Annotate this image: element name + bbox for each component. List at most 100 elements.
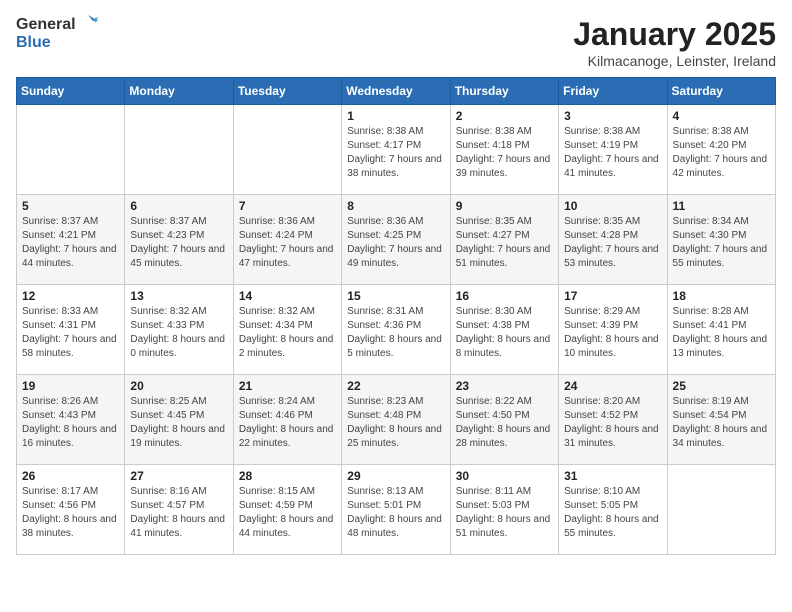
logo-general: General — [16, 16, 76, 34]
day-number: 17 — [564, 289, 661, 303]
sunset: Sunset: 4:46 PM — [239, 410, 313, 421]
day-number: 16 — [456, 289, 553, 303]
day-info: Sunrise: 8:13 AM Sunset: 5:01 PM Dayligh… — [347, 485, 444, 541]
sunrise: Sunrise: 8:33 AM — [22, 306, 98, 317]
daylight: Daylight: 7 hours and 58 minutes. — [22, 334, 117, 359]
sunrise: Sunrise: 8:30 AM — [456, 306, 532, 317]
day-cell: 25 Sunrise: 8:19 AM Sunset: 4:54 PM Dayl… — [667, 375, 775, 465]
day-info: Sunrise: 8:31 AM Sunset: 4:36 PM Dayligh… — [347, 305, 444, 361]
sunrise: Sunrise: 8:10 AM — [564, 486, 640, 497]
daylight: Daylight: 8 hours and 34 minutes. — [673, 424, 768, 449]
daylight: Daylight: 8 hours and 31 minutes. — [564, 424, 659, 449]
daylight: Daylight: 7 hours and 53 minutes. — [564, 244, 659, 269]
day-info: Sunrise: 8:10 AM Sunset: 5:05 PM Dayligh… — [564, 485, 661, 541]
day-info: Sunrise: 8:37 AM Sunset: 4:23 PM Dayligh… — [130, 215, 227, 271]
day-cell: 6 Sunrise: 8:37 AM Sunset: 4:23 PM Dayli… — [125, 195, 233, 285]
sunset: Sunset: 4:30 PM — [673, 230, 747, 241]
day-info: Sunrise: 8:38 AM Sunset: 4:17 PM Dayligh… — [347, 125, 444, 181]
day-number: 9 — [456, 199, 553, 213]
day-cell: 10 Sunrise: 8:35 AM Sunset: 4:28 PM Dayl… — [559, 195, 667, 285]
daylight: Daylight: 7 hours and 39 minutes. — [456, 154, 551, 179]
day-cell: 18 Sunrise: 8:28 AM Sunset: 4:41 PM Dayl… — [667, 285, 775, 375]
sunrise: Sunrise: 8:29 AM — [564, 306, 640, 317]
day-cell: 17 Sunrise: 8:29 AM Sunset: 4:39 PM Dayl… — [559, 285, 667, 375]
day-number: 5 — [22, 199, 119, 213]
day-number: 25 — [673, 379, 770, 393]
sunset: Sunset: 4:28 PM — [564, 230, 638, 241]
day-info: Sunrise: 8:23 AM Sunset: 4:48 PM Dayligh… — [347, 395, 444, 451]
logo-blue: Blue — [16, 34, 98, 52]
sunset: Sunset: 4:59 PM — [239, 500, 313, 511]
day-number: 2 — [456, 109, 553, 123]
day-number: 23 — [456, 379, 553, 393]
sunrise: Sunrise: 8:15 AM — [239, 486, 315, 497]
day-cell: 3 Sunrise: 8:38 AM Sunset: 4:19 PM Dayli… — [559, 105, 667, 195]
sunrise: Sunrise: 8:23 AM — [347, 396, 423, 407]
day-number: 8 — [347, 199, 444, 213]
day-cell: 22 Sunrise: 8:23 AM Sunset: 4:48 PM Dayl… — [342, 375, 450, 465]
sunset: Sunset: 4:48 PM — [347, 410, 421, 421]
day-cell: 4 Sunrise: 8:38 AM Sunset: 4:20 PM Dayli… — [667, 105, 775, 195]
week-row-4: 19 Sunrise: 8:26 AM Sunset: 4:43 PM Dayl… — [17, 375, 776, 465]
day-info: Sunrise: 8:30 AM Sunset: 4:38 PM Dayligh… — [456, 305, 553, 361]
sunrise: Sunrise: 8:11 AM — [456, 486, 531, 497]
day-number: 28 — [239, 469, 336, 483]
sunrise: Sunrise: 8:19 AM — [673, 396, 749, 407]
day-info: Sunrise: 8:26 AM Sunset: 4:43 PM Dayligh… — [22, 395, 119, 451]
day-info: Sunrise: 8:35 AM Sunset: 4:28 PM Dayligh… — [564, 215, 661, 271]
day-header-thursday: Thursday — [450, 78, 558, 105]
day-info: Sunrise: 8:16 AM Sunset: 4:57 PM Dayligh… — [130, 485, 227, 541]
day-info: Sunrise: 8:35 AM Sunset: 4:27 PM Dayligh… — [456, 215, 553, 271]
day-info: Sunrise: 8:38 AM Sunset: 4:19 PM Dayligh… — [564, 125, 661, 181]
page-header: General Blue January 2025 Kilmacanoge, L… — [16, 16, 776, 69]
day-number: 24 — [564, 379, 661, 393]
daylight: Daylight: 7 hours and 41 minutes. — [564, 154, 659, 179]
day-info: Sunrise: 8:22 AM Sunset: 4:50 PM Dayligh… — [456, 395, 553, 451]
sunset: Sunset: 5:05 PM — [564, 500, 638, 511]
daylight: Daylight: 8 hours and 0 minutes. — [130, 334, 225, 359]
sunset: Sunset: 4:21 PM — [22, 230, 96, 241]
day-cell: 7 Sunrise: 8:36 AM Sunset: 4:24 PM Dayli… — [233, 195, 341, 285]
day-header-tuesday: Tuesday — [233, 78, 341, 105]
day-cell: 28 Sunrise: 8:15 AM Sunset: 4:59 PM Dayl… — [233, 465, 341, 555]
day-number: 14 — [239, 289, 336, 303]
sunrise: Sunrise: 8:38 AM — [456, 126, 532, 137]
daylight: Daylight: 8 hours and 25 minutes. — [347, 424, 442, 449]
day-info: Sunrise: 8:34 AM Sunset: 4:30 PM Dayligh… — [673, 215, 770, 271]
day-cell: 9 Sunrise: 8:35 AM Sunset: 4:27 PM Dayli… — [450, 195, 558, 285]
daylight: Daylight: 8 hours and 51 minutes. — [456, 514, 551, 539]
sunset: Sunset: 4:39 PM — [564, 320, 638, 331]
day-number: 21 — [239, 379, 336, 393]
day-info: Sunrise: 8:36 AM Sunset: 4:24 PM Dayligh… — [239, 215, 336, 271]
day-info: Sunrise: 8:32 AM Sunset: 4:33 PM Dayligh… — [130, 305, 227, 361]
day-info: Sunrise: 8:36 AM Sunset: 4:25 PM Dayligh… — [347, 215, 444, 271]
day-info: Sunrise: 8:24 AM Sunset: 4:46 PM Dayligh… — [239, 395, 336, 451]
sunrise: Sunrise: 8:28 AM — [673, 306, 749, 317]
day-number: 29 — [347, 469, 444, 483]
sunrise: Sunrise: 8:17 AM — [22, 486, 98, 497]
daylight: Daylight: 8 hours and 38 minutes. — [22, 514, 117, 539]
sunrise: Sunrise: 8:16 AM — [130, 486, 206, 497]
sunset: Sunset: 4:27 PM — [456, 230, 530, 241]
day-header-monday: Monday — [125, 78, 233, 105]
day-cell — [233, 105, 341, 195]
daylight: Daylight: 7 hours and 42 minutes. — [673, 154, 768, 179]
day-cell: 14 Sunrise: 8:32 AM Sunset: 4:34 PM Dayl… — [233, 285, 341, 375]
sunset: Sunset: 4:19 PM — [564, 140, 638, 151]
sunrise: Sunrise: 8:36 AM — [239, 216, 315, 227]
daylight: Daylight: 8 hours and 5 minutes. — [347, 334, 442, 359]
day-cell: 12 Sunrise: 8:33 AM Sunset: 4:31 PM Dayl… — [17, 285, 125, 375]
day-number: 6 — [130, 199, 227, 213]
day-number: 26 — [22, 469, 119, 483]
day-cell: 11 Sunrise: 8:34 AM Sunset: 4:30 PM Dayl… — [667, 195, 775, 285]
sunrise: Sunrise: 8:37 AM — [130, 216, 206, 227]
day-number: 4 — [673, 109, 770, 123]
logo-bird-icon — [78, 13, 98, 33]
day-cell: 20 Sunrise: 8:25 AM Sunset: 4:45 PM Dayl… — [125, 375, 233, 465]
day-cell: 2 Sunrise: 8:38 AM Sunset: 4:18 PM Dayli… — [450, 105, 558, 195]
daylight: Daylight: 7 hours and 45 minutes. — [130, 244, 225, 269]
day-cell: 26 Sunrise: 8:17 AM Sunset: 4:56 PM Dayl… — [17, 465, 125, 555]
day-number: 7 — [239, 199, 336, 213]
sunrise: Sunrise: 8:32 AM — [239, 306, 315, 317]
sunset: Sunset: 4:38 PM — [456, 320, 530, 331]
